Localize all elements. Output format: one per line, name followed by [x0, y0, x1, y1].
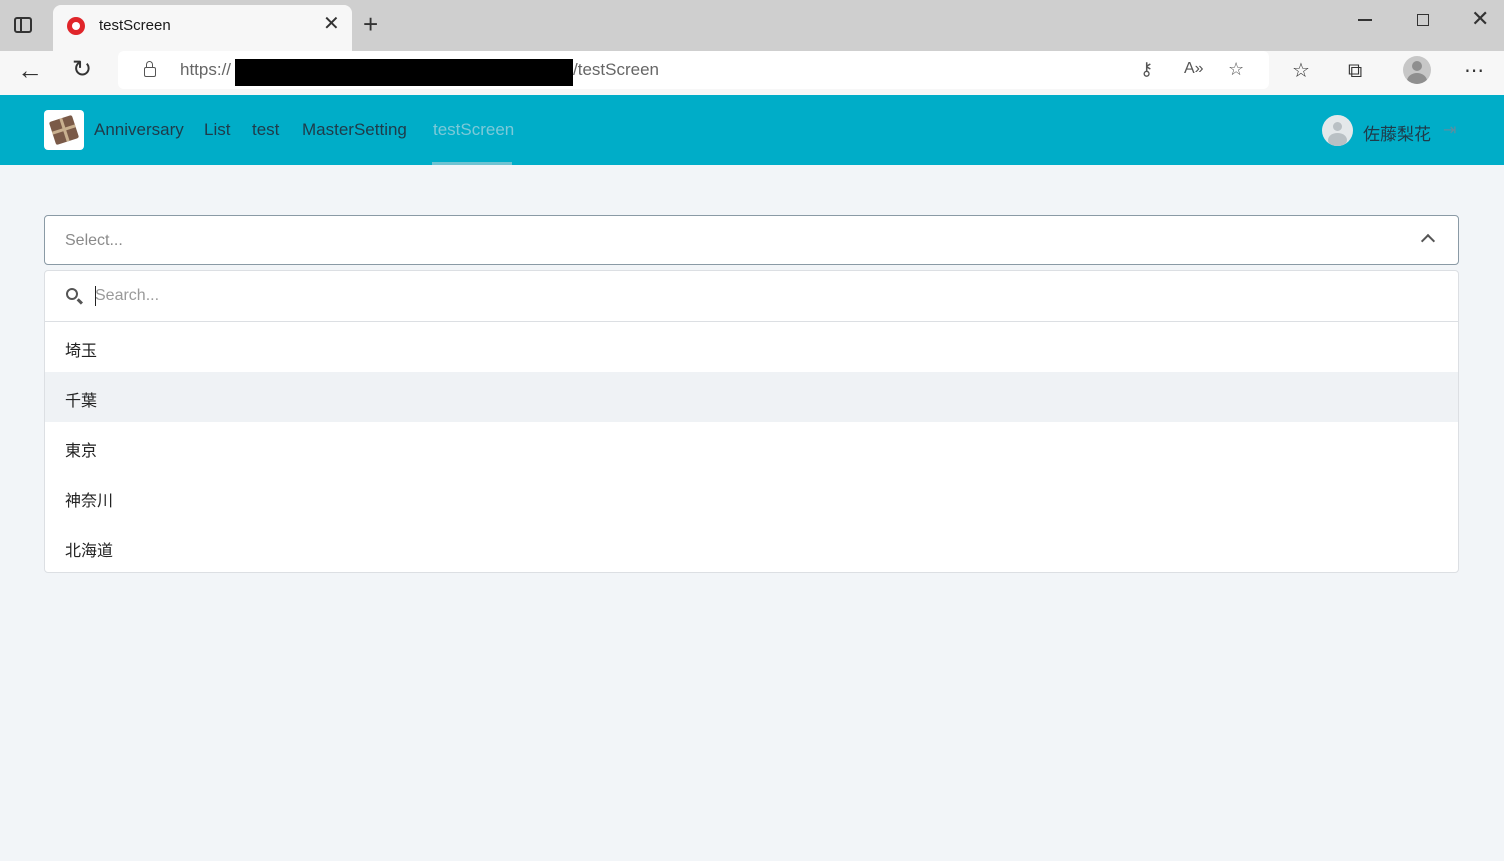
window-close-icon[interactable]: ✕ — [1471, 8, 1489, 30]
reload-icon[interactable]: ↻ — [72, 55, 92, 85]
nav-link-test[interactable]: test — [252, 120, 279, 140]
tab-title: testScreen — [99, 17, 171, 34]
active-tab-indicator — [432, 162, 512, 165]
browser-tab-strip: testScreen ✕ + ✕ — [0, 0, 1504, 51]
prefecture-select[interactable]: Select... — [44, 215, 1459, 265]
new-tab-icon[interactable]: + — [363, 11, 378, 37]
url-suffix: /testScreen — [573, 60, 659, 79]
list-item[interactable]: 神奈川 — [45, 472, 1458, 522]
select-placeholder: Select... — [65, 232, 123, 249]
user-name[interactable]: 佐藤梨花 — [1363, 120, 1431, 145]
browser-toolbar: ← ↻ https:// /testScreen ⚷ A» ☆ ☆ ⧉ ⋯ — [0, 51, 1504, 95]
profile-icon[interactable] — [1403, 56, 1431, 84]
logout-icon[interactable]: ⇥ — [1443, 120, 1456, 140]
back-icon[interactable]: ← — [17, 55, 43, 85]
option-label: 千葉 — [65, 393, 98, 410]
collections-icon[interactable]: ⧉ — [1348, 59, 1362, 83]
url-redaction — [235, 59, 573, 86]
browser-tab[interactable]: testScreen ✕ — [53, 5, 352, 51]
read-aloud-icon[interactable]: A» — [1184, 58, 1204, 80]
nav-link-list[interactable]: List — [204, 120, 230, 140]
key-icon[interactable]: ⚷ — [1140, 58, 1153, 80]
chevron-up-icon[interactable] — [1420, 233, 1436, 249]
favicon-icon — [67, 17, 85, 35]
list-item[interactable]: 埼玉 — [45, 322, 1458, 372]
lock-icon[interactable] — [144, 61, 156, 77]
maximize-icon[interactable] — [1417, 14, 1429, 26]
add-favorite-icon[interactable]: ☆ — [1228, 58, 1244, 80]
close-tab-icon[interactable]: ✕ — [323, 14, 340, 34]
app-logo[interactable] — [44, 110, 84, 150]
option-label: 北海道 — [65, 543, 114, 560]
search-icon — [66, 288, 78, 300]
select-dropdown: 埼玉 千葉 東京 神奈川 北海道 — [44, 270, 1459, 573]
avatar[interactable] — [1322, 115, 1353, 146]
favorites-icon[interactable]: ☆ — [1292, 59, 1310, 83]
app-navbar: Anniversary List test MasterSetting test… — [0, 95, 1504, 165]
tab-actions-icon[interactable] — [14, 17, 32, 33]
option-label: 神奈川 — [65, 493, 114, 510]
nav-link-anniversary[interactable]: Anniversary — [94, 120, 184, 140]
gift-icon — [48, 114, 80, 146]
nav-link-testscreen[interactable]: testScreen — [433, 120, 514, 140]
list-item[interactable]: 北海道 — [45, 522, 1458, 572]
list-item[interactable]: 千葉 — [45, 372, 1458, 422]
dropdown-search-row — [45, 271, 1458, 322]
list-item[interactable]: 東京 — [45, 422, 1458, 472]
option-label: 埼玉 — [65, 343, 98, 360]
option-label: 東京 — [65, 443, 98, 460]
search-input[interactable] — [95, 283, 1435, 309]
nav-link-mastersetting[interactable]: MasterSetting — [302, 120, 407, 140]
more-icon[interactable]: ⋯ — [1464, 59, 1484, 83]
url-prefix: https:// — [180, 60, 232, 79]
text-caret — [95, 286, 96, 306]
minimize-icon[interactable] — [1358, 19, 1372, 21]
address-bar[interactable]: https:// /testScreen ⚷ A» ☆ — [118, 51, 1269, 89]
